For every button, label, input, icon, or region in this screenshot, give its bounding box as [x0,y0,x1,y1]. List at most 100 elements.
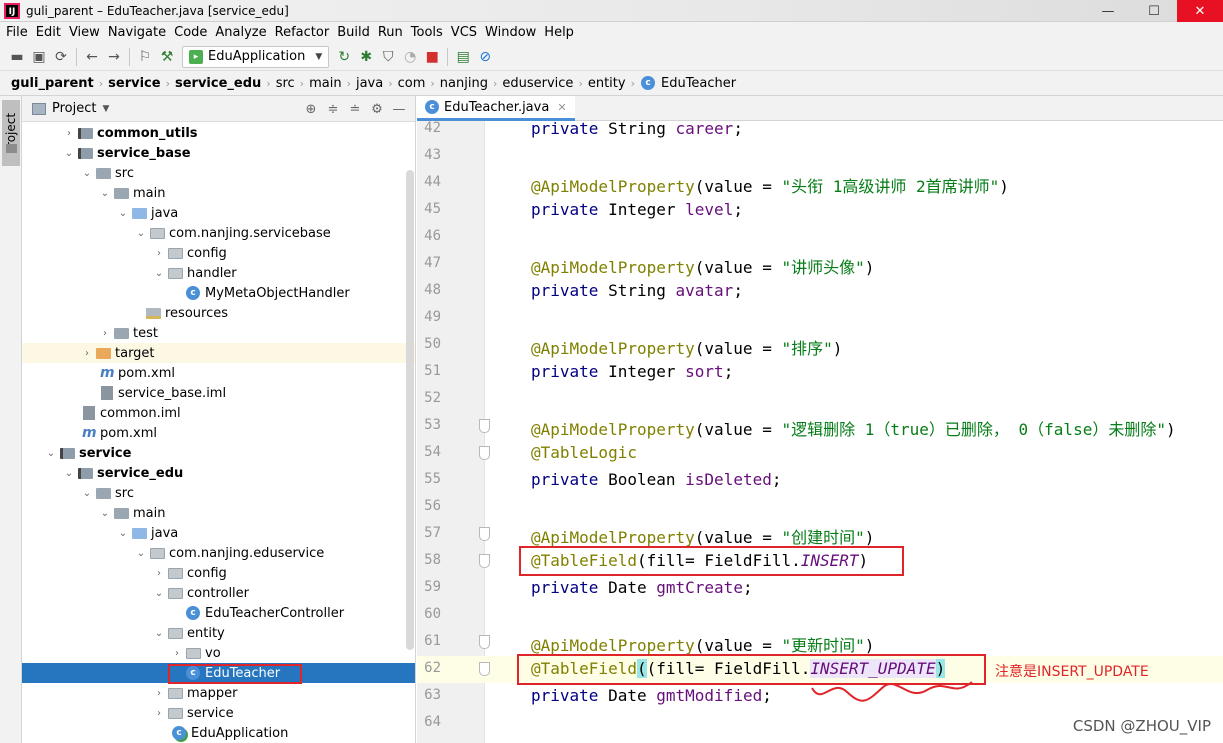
chevron-down-icon[interactable]: ⌄ [152,268,166,279]
code-line[interactable]: 53 @ApiModelProperty(value = "逻辑删除 1（true… [417,413,1223,440]
tree-item-main[interactable]: ⌄ main [22,503,415,523]
code-line[interactable]: 48 private String avatar; [417,278,1223,305]
back-arrow-icon[interactable]: ← [81,46,103,68]
close-icon[interactable]: ✕ [557,101,566,114]
tree-item-iml[interactable]: service_base.iml [22,383,415,403]
tree-item-service[interactable]: › service [22,703,415,723]
menu-help[interactable]: Help [540,25,578,40]
tree-item-src[interactable]: ⌄ src [22,163,415,183]
chevron-down-icon[interactable]: ⌄ [98,508,112,519]
tree-item-entity[interactable]: ⌄ entity [22,623,415,643]
chevron-right-icon[interactable]: › [62,128,76,139]
chevron-right-icon[interactable]: › [80,348,94,359]
tree-item-controller[interactable]: ⌄ controller [22,583,415,603]
chevron-down-icon[interactable]: ⌄ [152,588,166,599]
tree-item-package[interactable]: ⌄ com.nanjing.servicebase [22,223,415,243]
chevron-right-icon[interactable]: › [152,568,166,579]
code-line[interactable]: 44 @ApiModelProperty(value = "头衔 1高级讲师 2首… [417,170,1223,197]
menu-navigate[interactable]: Navigate [104,25,170,40]
maximize-button[interactable]: ☐ [1131,0,1177,22]
chevron-down-icon[interactable]: ⌄ [98,188,112,199]
coverage-shield-icon[interactable]: ⛉ [377,46,399,68]
tree-item-service-edu[interactable]: ⌄ service_edu [22,463,415,483]
tree-item-service[interactable]: ⌄ service [22,443,415,463]
sync-icon[interactable]: ⟳ [50,46,72,68]
expand-all-icon[interactable]: ≑ [322,102,344,117]
tree-item-java[interactable]: ⌄ java [22,523,415,543]
code-line[interactable]: 51 private Integer sort; [417,359,1223,386]
tree-item-service-base[interactable]: ⌄ service_base [22,143,415,163]
chevron-down-icon[interactable]: ⌄ [44,448,58,459]
breadcrumb-item[interactable]: com [395,76,429,91]
tree-item-src[interactable]: ⌄ src [22,483,415,503]
chevron-down-icon[interactable]: ⌄ [134,228,148,239]
add-configuration-icon[interactable]: ⚐ [134,46,156,68]
code-line[interactable]: 52 [417,386,1223,413]
chevron-down-icon[interactable]: ⌄ [152,628,166,639]
tree-item-target[interactable]: › target [22,343,415,363]
chevron-right-icon[interactable]: › [98,328,112,339]
debug-bug-icon[interactable]: ✱ [355,46,377,68]
tree-item-pom[interactable]: m pom.xml [22,423,415,443]
fold-marker-icon[interactable] [479,446,490,460]
breadcrumb-item[interactable]: service_edu [172,76,264,91]
chevron-down-icon[interactable]: ⌄ [116,528,130,539]
chevron-right-icon[interactable]: › [152,688,166,699]
code-line[interactable]: 46 [417,224,1223,251]
code-line[interactable]: 49 [417,305,1223,332]
breadcrumb-item[interactable]: java [353,76,386,91]
menu-view[interactable]: View [65,25,104,40]
code-line[interactable]: 50 @ApiModelProperty(value = "排序") [417,332,1223,359]
breadcrumb-item[interactable]: eduservice [499,76,576,91]
fold-marker-icon[interactable] [479,419,490,433]
chevron-down-icon[interactable]: ⌄ [80,488,94,499]
code-line[interactable]: 59 private Date gmtCreate; [417,575,1223,602]
fold-marker-icon[interactable] [479,527,490,541]
project-tool-tab[interactable]: Project [2,100,20,166]
code-line[interactable]: 60 [417,602,1223,629]
menu-window[interactable]: Window [481,25,540,40]
code-line[interactable]: 56 [417,494,1223,521]
fold-marker-icon[interactable] [479,554,490,568]
code-line[interactable]: 55 private Boolean isDeleted; [417,467,1223,494]
chevron-down-icon[interactable]: ⌄ [134,548,148,559]
menu-run[interactable]: Run [374,25,407,40]
tree-item-config[interactable]: › config [22,563,415,583]
menu-refactor[interactable]: Refactor [271,25,334,40]
tree-item-class[interactable]: c EduTeacherController [22,603,415,623]
breadcrumb-item[interactable]: guli_parent [8,76,97,91]
tree-item-class[interactable]: c MyMetaObjectHandler [22,283,415,303]
fold-marker-icon[interactable] [479,635,490,649]
chevron-down-icon[interactable]: ⌄ [62,468,76,479]
menu-analyze[interactable]: Analyze [211,25,270,40]
fold-marker-icon[interactable] [479,662,490,676]
menu-edit[interactable]: Edit [32,25,65,40]
menu-vcs[interactable]: VCS [447,25,481,40]
tree-item-resources[interactable]: resources [22,303,415,323]
breadcrumb-item[interactable]: entity [585,76,629,91]
tree-item-iml[interactable]: common.iml [22,403,415,423]
profiler-icon[interactable]: ◔ [399,46,421,68]
tree-item-test[interactable]: › test [22,323,415,343]
tree-item-pom[interactable]: m pom.xml [22,363,415,383]
code-line[interactable]: 47 @ApiModelProperty(value = "讲师头像") [417,251,1223,278]
run-configuration-select[interactable]: ▸ EduApplication ▼ [182,45,330,68]
project-view-selector[interactable]: Project [52,101,96,116]
save-icon[interactable]: ▣ [28,46,50,68]
scrollbar[interactable] [406,170,414,650]
tree-item-java[interactable]: ⌄ java [22,203,415,223]
tree-item-package[interactable]: ⌄ com.nanjing.eduservice [22,543,415,563]
locate-target-icon[interactable]: ⊕ [300,102,322,117]
chevron-right-icon[interactable]: › [170,648,184,659]
code-line[interactable]: 57 @ApiModelProperty(value = "创建时间") [417,521,1223,548]
hide-icon[interactable]: — [388,102,410,117]
code-line[interactable]: 54 @TableLogic [417,440,1223,467]
chevron-right-icon[interactable]: › [152,708,166,719]
stop-icon[interactable]: ■ [421,46,443,68]
close-button[interactable]: ✕ [1177,0,1223,22]
tree-item-main[interactable]: ⌄ main [22,183,415,203]
code-line[interactable]: 43 [417,143,1223,170]
breadcrumb-item[interactable]: EduTeacher [658,76,739,91]
breadcrumb-item[interactable]: main [306,76,344,91]
minimize-button[interactable]: — [1085,0,1131,22]
